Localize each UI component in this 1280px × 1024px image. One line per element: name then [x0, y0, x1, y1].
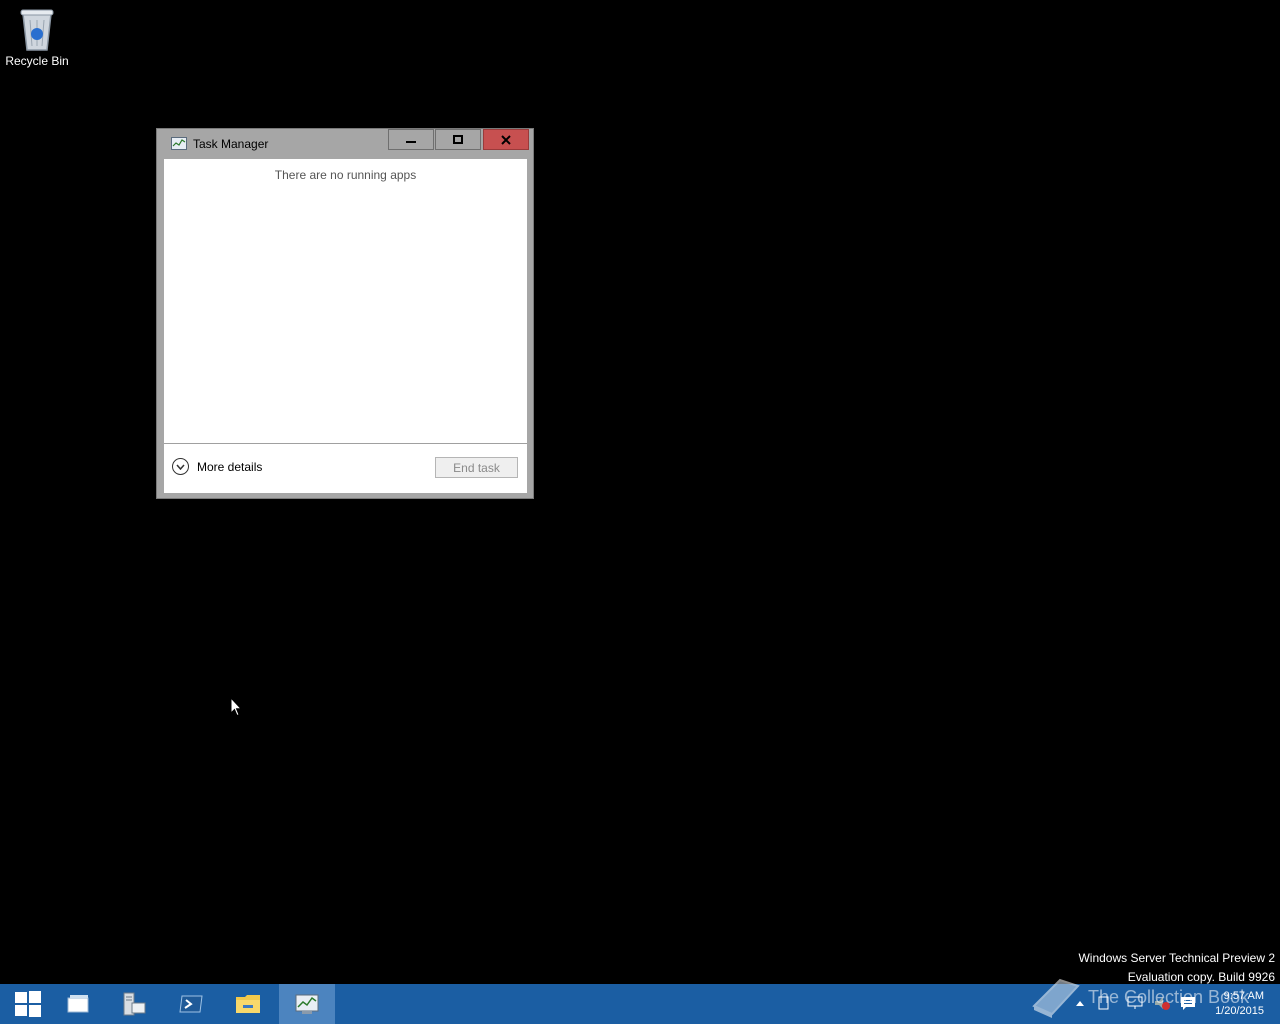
close-button[interactable] — [483, 129, 529, 150]
minimize-icon — [406, 140, 416, 143]
app-list-panel: There are no running apps More details E… — [164, 159, 527, 493]
server-manager-button[interactable] — [106, 984, 162, 1024]
task-manager-icon — [295, 994, 319, 1014]
file-explorer-button[interactable] — [220, 984, 276, 1024]
overlay-brand-text: The Collection Book — [1088, 986, 1250, 1007]
empty-state-message: There are no running apps — [274, 168, 417, 182]
maximize-icon — [453, 135, 463, 144]
recycle-bin-label: Recycle Bin — [5, 54, 69, 68]
more-details-toggle[interactable]: More details — [172, 458, 262, 475]
task-manager-icon — [171, 137, 187, 150]
recycle-bin-shortcut[interactable]: Recycle Bin — [4, 6, 70, 68]
book-icon — [1032, 978, 1080, 1018]
folder-icon — [236, 995, 260, 1013]
powershell-icon — [179, 995, 203, 1013]
chevron-down-icon — [172, 458, 189, 475]
end-task-button[interactable]: End task — [435, 457, 518, 478]
more-details-label: More details — [197, 459, 263, 474]
powershell-button[interactable] — [163, 984, 219, 1024]
footer-divider — [164, 443, 527, 444]
server-manager-icon — [123, 992, 146, 1016]
windows-logo-icon — [15, 991, 41, 1017]
maximize-button[interactable] — [435, 129, 481, 150]
task-view-button[interactable] — [50, 984, 106, 1024]
minimize-button[interactable] — [388, 129, 434, 150]
task-view-icon — [67, 995, 89, 1013]
recycle-bin-icon — [20, 9, 54, 51]
start-button[interactable] — [0, 984, 56, 1024]
watermark-line-1: Windows Server Technical Preview 2 — [1078, 951, 1275, 965]
task-manager-window: Task Manager There are no running apps M… — [156, 128, 534, 499]
close-icon — [501, 134, 511, 145]
title-bar[interactable]: Task Manager — [157, 129, 533, 159]
mouse-cursor-icon — [230, 697, 242, 717]
task-manager-taskbar-button[interactable] — [279, 984, 335, 1024]
window-title: Task Manager — [193, 137, 269, 151]
overlay-brand: The Collection Book — [1030, 976, 1249, 1018]
